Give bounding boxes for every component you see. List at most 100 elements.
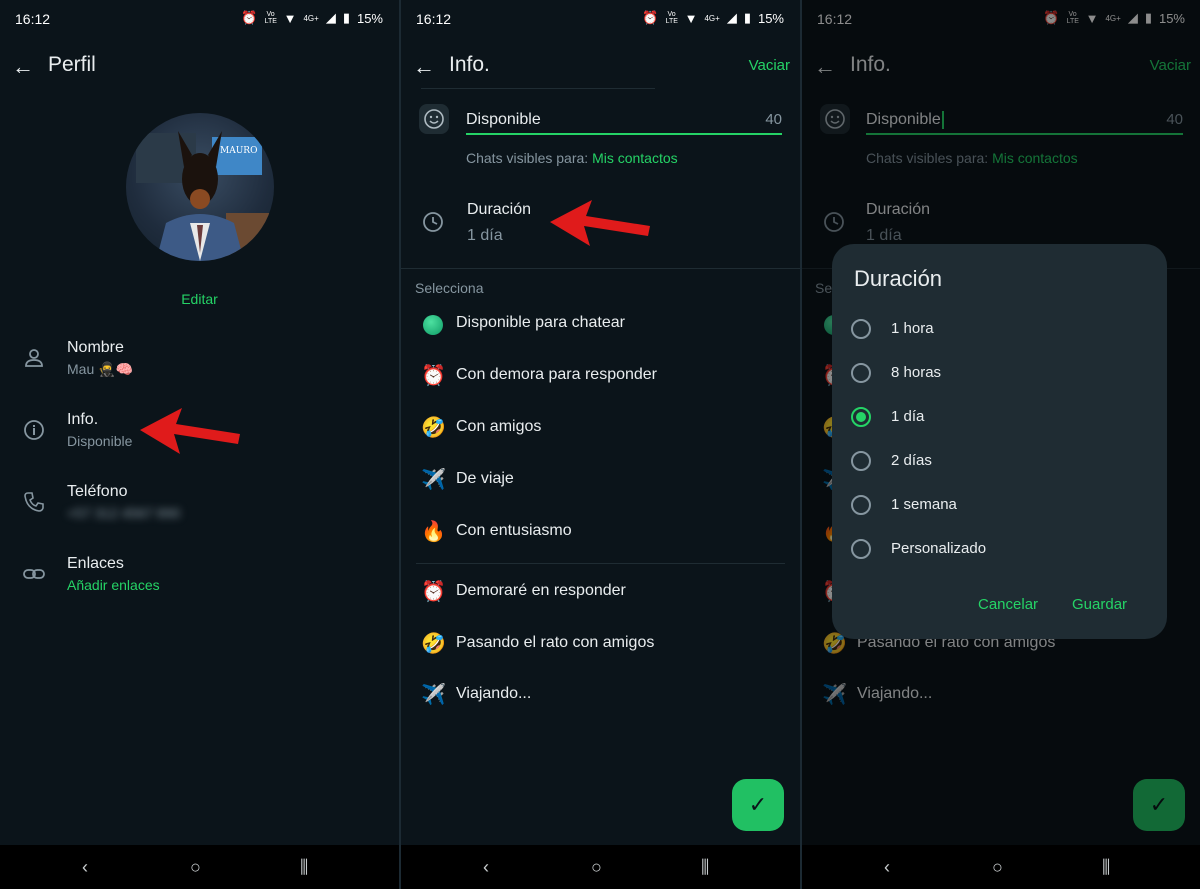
system-nav-bar: ‹ ○ ⫼ (0, 845, 399, 889)
top-bar: ← Perfil (0, 44, 399, 88)
confirm-button[interactable]: ✓ (732, 779, 784, 831)
signal-icon: ◢ (726, 10, 737, 25)
cancel-button[interactable]: Cancelar (978, 596, 1038, 613)
emoji-picker-button[interactable] (419, 104, 449, 134)
nav-home-icon[interactable]: ○ (591, 857, 602, 878)
nav-recents-icon[interactable]: ⫼ (701, 857, 709, 878)
name-value: Mau 🥷🧠 (67, 361, 133, 377)
volte-label: Vo LTE (264, 11, 277, 25)
list-divider (416, 563, 785, 564)
nav-back-icon[interactable]: ‹ (884, 857, 890, 878)
status-time: 16:12 (416, 11, 452, 27)
network-type: 4G+ (704, 13, 720, 23)
nav-back-icon[interactable]: ‹ (82, 857, 88, 878)
system-nav-bar: ‹ ○ ⫼ (401, 845, 800, 889)
name-label: Nombre (67, 339, 124, 356)
radio-button[interactable] (851, 319, 871, 339)
phone-label: Teléfono (67, 483, 128, 500)
status-bar: 16:12 ⏰ Vo LTE ▼ 4G+ ◢ ▮ 15% (401, 0, 800, 36)
clear-button[interactable]: Vaciar (749, 57, 790, 74)
nav-home-icon[interactable]: ○ (190, 857, 201, 878)
back-arrow-icon[interactable]: ← (12, 54, 34, 80)
nav-back-icon[interactable]: ‹ (483, 857, 489, 878)
preset-item[interactable]: ⏰ Demoraré en responder (401, 572, 800, 612)
radio-button[interactable] (851, 495, 871, 515)
duration-dialog-screen: 16:12 ⏰ Vo LTE ▼ 4G+ ◢ ▮ 15% ← Info. Vac… (802, 0, 1200, 889)
preset-item[interactable]: 🤣 Pasando el rato con amigos (401, 624, 800, 664)
preset-item[interactable]: 🤣 Con amigos (401, 408, 800, 448)
radio-button-selected[interactable] (851, 407, 871, 427)
alarm-clock-icon: ⏰ (421, 581, 446, 603)
visibility-note: Chats visibles para: Mis contactos (466, 150, 678, 166)
status-bar: 16:12 ⏰ Vo LTE ▼ 4G+ ◢ ▮ 15% (0, 0, 399, 36)
save-button[interactable]: Guardar (1072, 596, 1127, 613)
battery-level: 15% (757, 10, 784, 26)
preset-item[interactable]: 🔥 Con entusiasmo (401, 512, 800, 552)
green-circle-icon (421, 312, 445, 336)
alarm-icon: ⏰ (241, 10, 258, 25)
profile-photo[interactable]: MAURO (126, 113, 274, 261)
red-arrow-annotation (140, 408, 240, 454)
char-counter: 40 (765, 111, 782, 128)
clock-icon (423, 212, 443, 232)
phone-value-blurred: +57 312 4567 890 (67, 505, 181, 521)
info-label: Info. (67, 411, 99, 428)
airplane-icon: ✈️ (421, 684, 446, 706)
avatar-sign-text: MAURO (220, 146, 257, 156)
nav-recents-icon[interactable]: ⫼ (1102, 857, 1110, 878)
fire-icon: 🔥 (421, 521, 446, 543)
add-links-link[interactable]: Añadir enlaces (67, 577, 160, 593)
links-label: Enlaces (67, 555, 124, 572)
system-nav-bar: ‹ ○ ⫼ (802, 845, 1200, 889)
info-icon (24, 420, 44, 440)
alarm-icon: ⏰ (642, 10, 659, 25)
alarm-clock-icon: ⏰ (421, 365, 446, 387)
header-divider (421, 88, 655, 89)
battery-icon: ▮ (743, 10, 751, 25)
profile-screen: 16:12 ⏰ Vo LTE ▼ 4G+ ◢ ▮ 15% ← Perfil MA… (0, 0, 399, 889)
edit-photo-link[interactable]: Editar (0, 291, 399, 307)
page-title: Info. (449, 53, 490, 76)
link-icon (23, 569, 45, 579)
section-label: Selecciona (415, 280, 484, 296)
checkmark-icon: ✓ (748, 792, 768, 817)
visibility-link[interactable]: Mis contactos (592, 150, 678, 166)
wifi-icon: ▼ (684, 10, 698, 26)
red-arrow-annotation (550, 200, 650, 246)
person-icon (25, 349, 43, 367)
nav-home-icon[interactable]: ○ (992, 857, 1003, 878)
laughing-face-icon: 🤣 (421, 417, 446, 439)
status-text-input[interactable]: Disponible (466, 111, 541, 129)
section-divider (401, 268, 800, 269)
radio-button[interactable] (851, 539, 871, 559)
dialog-title: Duración (854, 266, 943, 291)
radio-button[interactable] (851, 451, 871, 471)
preset-item[interactable]: Disponible para chatear (401, 304, 800, 344)
smiley-icon (424, 109, 444, 129)
preset-item[interactable]: ✈️ De viaje (401, 460, 800, 500)
duration-label: Duración (467, 201, 532, 218)
duration-value: 1 día (467, 227, 503, 244)
battery-level: 15% (356, 10, 383, 26)
preset-item[interactable]: ⏰ Con demora para responder (401, 356, 800, 396)
duration-dialog: Duración 1 hora 8 horas 1 día 2 días 1 s… (832, 244, 1167, 639)
avatar-illustration: MAURO (136, 131, 274, 261)
back-arrow-icon[interactable]: ← (413, 54, 435, 80)
signal-icon: ◢ (325, 10, 336, 25)
status-time: 16:12 (15, 11, 51, 27)
network-type: 4G+ (303, 13, 319, 23)
wifi-icon: ▼ (283, 10, 297, 26)
input-underline (466, 133, 782, 135)
laughing-face-icon: 🤣 (421, 633, 446, 655)
info-value: Disponible (67, 433, 133, 449)
phone-icon (24, 492, 44, 512)
top-bar: ← Info. Vaciar (401, 44, 800, 88)
battery-icon: ▮ (342, 10, 350, 25)
volte-label: Vo LTE (665, 11, 678, 25)
preset-item[interactable]: ✈️ Viajando... (401, 675, 800, 715)
info-screen: 16:12 ⏰ Vo LTE ▼ 4G+ ◢ ▮ 15% ← Info. Vac… (401, 0, 800, 889)
page-title: Perfil (48, 53, 96, 76)
airplane-icon: ✈️ (421, 469, 446, 491)
nav-recents-icon[interactable]: ⫼ (300, 857, 308, 878)
radio-button[interactable] (851, 363, 871, 383)
